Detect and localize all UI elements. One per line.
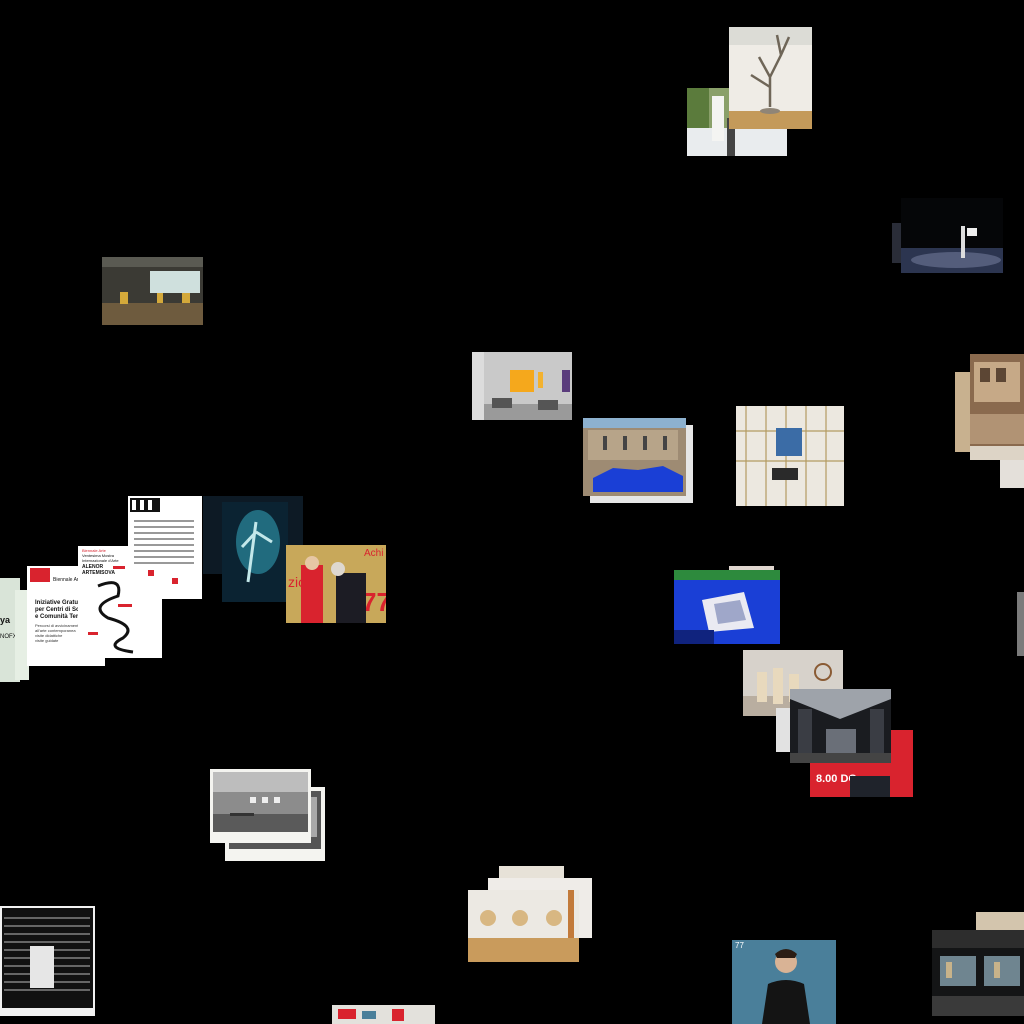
- photo-museum-showcase[interactable]: [932, 930, 1024, 1016]
- photo-orange-painting-gallery[interactable]: [472, 352, 572, 420]
- award-figures: [301, 556, 366, 623]
- photo-blue-fabric[interactable]: [674, 570, 780, 644]
- photo-festival-portrait[interactable]: 77: [732, 940, 836, 1024]
- photo-dark-performance[interactable]: [901, 198, 1003, 273]
- photo-black-tent-interior[interactable]: [790, 689, 891, 763]
- photo-bamboo-structure[interactable]: [736, 406, 844, 506]
- photo-interior-front[interactable]: [1000, 460, 1024, 488]
- photo-edge-right-slice[interactable]: [1017, 592, 1024, 656]
- image-wall-canvas[interactable]: ya NOFX Biennale Arte Iniziative Gratuit…: [0, 0, 1024, 1024]
- photo-bw-drawing[interactable]: [0, 906, 95, 1016]
- photo-teal-dancer[interactable]: [222, 502, 288, 602]
- poster-grid-listing[interactable]: [128, 496, 202, 599]
- poster-iniziative-body-4: visite guidate: [35, 638, 59, 643]
- poster-edge-line1: ya: [0, 615, 11, 625]
- festival-figure: [762, 949, 810, 1024]
- photo-courtyard-blue-tarps[interactable]: [583, 418, 686, 496]
- photo-bottom-banner[interactable]: [332, 1005, 435, 1024]
- photo-shell-sculptures[interactable]: [468, 890, 579, 962]
- photo-award-ceremony[interactable]: zione Achi 77: [286, 545, 386, 623]
- photo-library-interior[interactable]: [970, 354, 1024, 460]
- photo-tree-sculpture[interactable]: [729, 27, 812, 129]
- photo-gallery-projection[interactable]: [102, 257, 203, 325]
- photo-vintage-gallery[interactable]: [210, 769, 311, 843]
- photo-showcase-back[interactable]: [976, 912, 1024, 930]
